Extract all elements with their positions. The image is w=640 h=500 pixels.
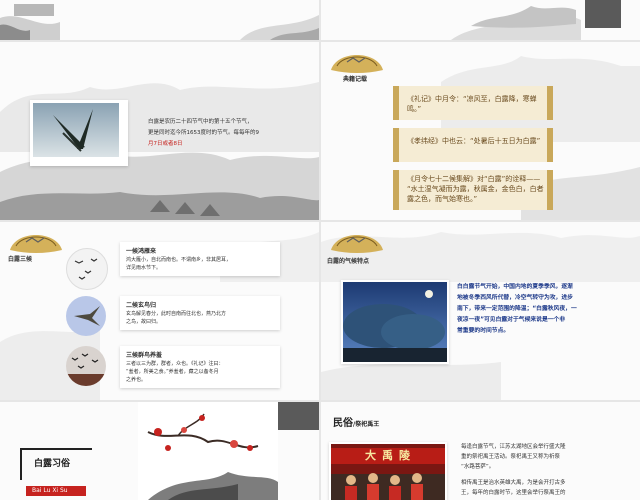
climate-line-5: 常重要的时间节点。: [457, 328, 510, 334]
intro-line-1: 白露是农历二十四节气中的第十五个节气，: [148, 119, 253, 125]
phenology-heading-3: 三候群鸟养羞: [126, 352, 163, 359]
phenology-line-3c: 之养也。: [126, 377, 147, 383]
slide-thumbnail-3[interactable]: 白露是农历二十四节气中的第十五个节气， 更是同时迄今所1653度时的节气。每每年…: [0, 42, 319, 220]
phenology-line-1b: 详见雨水节下。: [126, 265, 162, 271]
phenology-heading-1: 一候鸿雁来: [126, 248, 157, 255]
slide-thumbnail-8[interactable]: 民俗/祭祀禹王 大禹陵 每逢白露节气，江苏太湖地区会举行盛大隆 重的祭祀禹王活动…: [321, 402, 640, 500]
section-title: 白露的气候特点: [327, 258, 370, 265]
quote-scroll-1: 《礼记》中月令：“凉风至，白露降，寒蝉鸣。”: [393, 86, 553, 120]
phenology-line-3a: 三者以三为群，群者，众也。《礼记》注曰：: [126, 361, 224, 367]
climate-line-2: 地被冬季西风所代替，冷空气转守为攻，进步: [457, 295, 573, 301]
fan-title-icon: [331, 55, 383, 73]
slide-thumbnail-4[interactable]: 典籍记载 《礼记》中月令：“凉风至，白露降，寒蝉鸣。” 《孝纬经》中也云：“处暑…: [321, 42, 640, 220]
slide-thumbnail-7[interactable]: 白露习俗 Bai Lu Xi Su: [0, 402, 319, 500]
phenology-text-3: 三者以三为群，群者，众也。《礼记》注曰： “羞者，所美之食。”养羞者，藏之以备冬…: [126, 360, 224, 384]
quote-line-3b: “水土湿气凝而为露，秋属金，金色白，白者: [407, 185, 544, 193]
folk-paragraph: 每逢白露节气，江苏太湖地区会举行盛大隆 重的祭祀禹王活动。祭祀禹王又称为祈祭 “…: [461, 442, 633, 498]
climate-paragraph: 白白露节气开始，中国内地的夏季季风，逐渐 地被冬季西风所代替，冷空气转守为攻，进…: [457, 282, 633, 337]
bird-flock-image: [66, 346, 106, 386]
folk-title-sub: /祭祀禹王: [353, 421, 380, 428]
night-tree-photo: [341, 280, 449, 364]
customs-title: 白露习俗: [34, 459, 71, 469]
quote-scroll-3: 《月令七十二候集解》对“白露”的诠释—— “水土湿气凝而为露，秋属金，金色白，白…: [393, 170, 553, 210]
intro-paragraph: 白露是农历二十四节气中的第十五个节气， 更是同时迄今所1653度时的节气。每每年…: [148, 117, 273, 150]
intro-line-2: 更是同时迄今所1653度时的节气。每每年的9: [148, 130, 259, 136]
wild-geese-image: [66, 248, 108, 290]
quote-text-1: 《礼记》中月令：“凉风至，白露降，寒蝉鸣。”: [407, 95, 537, 113]
pinyin-text: Bai Lu Xi Su: [32, 487, 68, 494]
folk-line-4: 相传禹王是治水英雄大禹，为是会开打古多: [461, 480, 566, 486]
quote-text-3: 《月令七十二候集解》对“白露”的诠释—— “水土湿气凝而为露，秋属金，金色白，白…: [407, 174, 544, 204]
quote-line-3c: 露之色，而气始寒也。”: [407, 195, 478, 203]
phenology-line-2a: 玄鸟解见春分，此时自南而往北也，燕乃北方: [126, 311, 227, 317]
dark-side-panel: [585, 0, 621, 28]
pinyin-badge: Bai Lu Xi Su: [26, 486, 86, 496]
plum-blossom-painting: [138, 402, 278, 500]
folk-line-2: 重的祭祀禹王活动。祭祀禹王又称为祈祭: [461, 454, 561, 460]
phenology-card-3: 三候群鸟养羞 三者以三为群，群者，众也。《礼记》注曰： “羞者，所美之食。”养羞…: [120, 346, 280, 388]
phenology-line-1a: 鸿大雁小，自北而南也。不谓南乡，非其居耳，: [126, 257, 232, 263]
phenology-card-2: 二候玄鸟归 玄鸟解见春分，此时自南而往北也，燕乃北方 之鸟，故曰归。: [120, 296, 280, 330]
phenology-heading-2: 二候玄鸟归: [126, 302, 157, 309]
swallow-image: [66, 296, 106, 336]
climate-line-3: 南下，带来一定范围的降温；“白露秋风夜，一: [457, 306, 577, 312]
folk-title: 民俗/祭祀禹王: [333, 414, 379, 429]
quote-text-2: 《孝纬经》中也云：“处暑后十五日为白露”: [407, 137, 541, 145]
slide-thumbnail-5[interactable]: 白露三候 一候鸿雁来 鸿大雁小，自北而南也。不谓南乡，非其居耳， 详见雨水节下。…: [0, 222, 319, 400]
section-title: 白露三候: [8, 256, 33, 263]
yu-mausoleum-photo: 大禹陵: [329, 442, 447, 500]
quote-line-3a: 《月令七十二候集解》对“白露”的诠释——: [407, 175, 541, 183]
slide-thumbnail-2[interactable]: [321, 0, 640, 40]
quote-scroll-2: 《孝纬经》中也云：“处暑后十五日为白露”: [393, 128, 553, 162]
fan-title-icon: [10, 235, 62, 253]
intro-line-3: 月7日或者8日: [148, 141, 183, 147]
phenology-line-2b: 之鸟，故曰归。: [126, 319, 162, 325]
slide-thumbnail-1[interactable]: [0, 0, 319, 40]
climate-line-4: 夜凉一夜”可见白露对于气候来说是一个非: [457, 317, 566, 323]
phenology-text-1: 鸿大雁小，自北而南也。不谓南乡，非其居耳， 详见雨水节下。: [126, 256, 231, 272]
banner-text: 大禹陵: [365, 449, 416, 462]
bamboo-leaf-photo: [30, 100, 128, 166]
phenology-text-2: 玄鸟解见春分，此时自南而往北也，燕乃北方 之鸟，故曰归。: [126, 310, 226, 326]
folk-title-main: 民俗: [333, 418, 353, 429]
section-title: 典籍记载: [343, 76, 368, 83]
slide-thumbnail-6[interactable]: 白露的气候特点 白白露节气开始，中国内地的夏季季风，逐渐 地被冬季西风所代替，冷…: [321, 222, 640, 400]
phenology-card-1: 一候鸿雁来 鸿大雁小，自北而南也。不谓南乡，非其居耳， 详见雨水节下。: [120, 242, 280, 276]
folk-line-3: “水路菩萨”。: [461, 464, 495, 470]
folk-line-1: 每逢白露节气，江苏太湖地区会举行盛大隆: [461, 444, 566, 450]
climate-line-1: 白白露节气开始，中国内地的夏季季风，逐渐: [457, 284, 573, 290]
ink-landscape-illustration: [0, 4, 319, 40]
folk-line-5: 王，每年的白露时节，这里会举行祭禹王的: [461, 490, 566, 496]
fan-title-icon: [331, 235, 383, 253]
phenology-line-3b: “羞者，所美之食。”养羞者，藏之以备冬月: [126, 369, 219, 375]
